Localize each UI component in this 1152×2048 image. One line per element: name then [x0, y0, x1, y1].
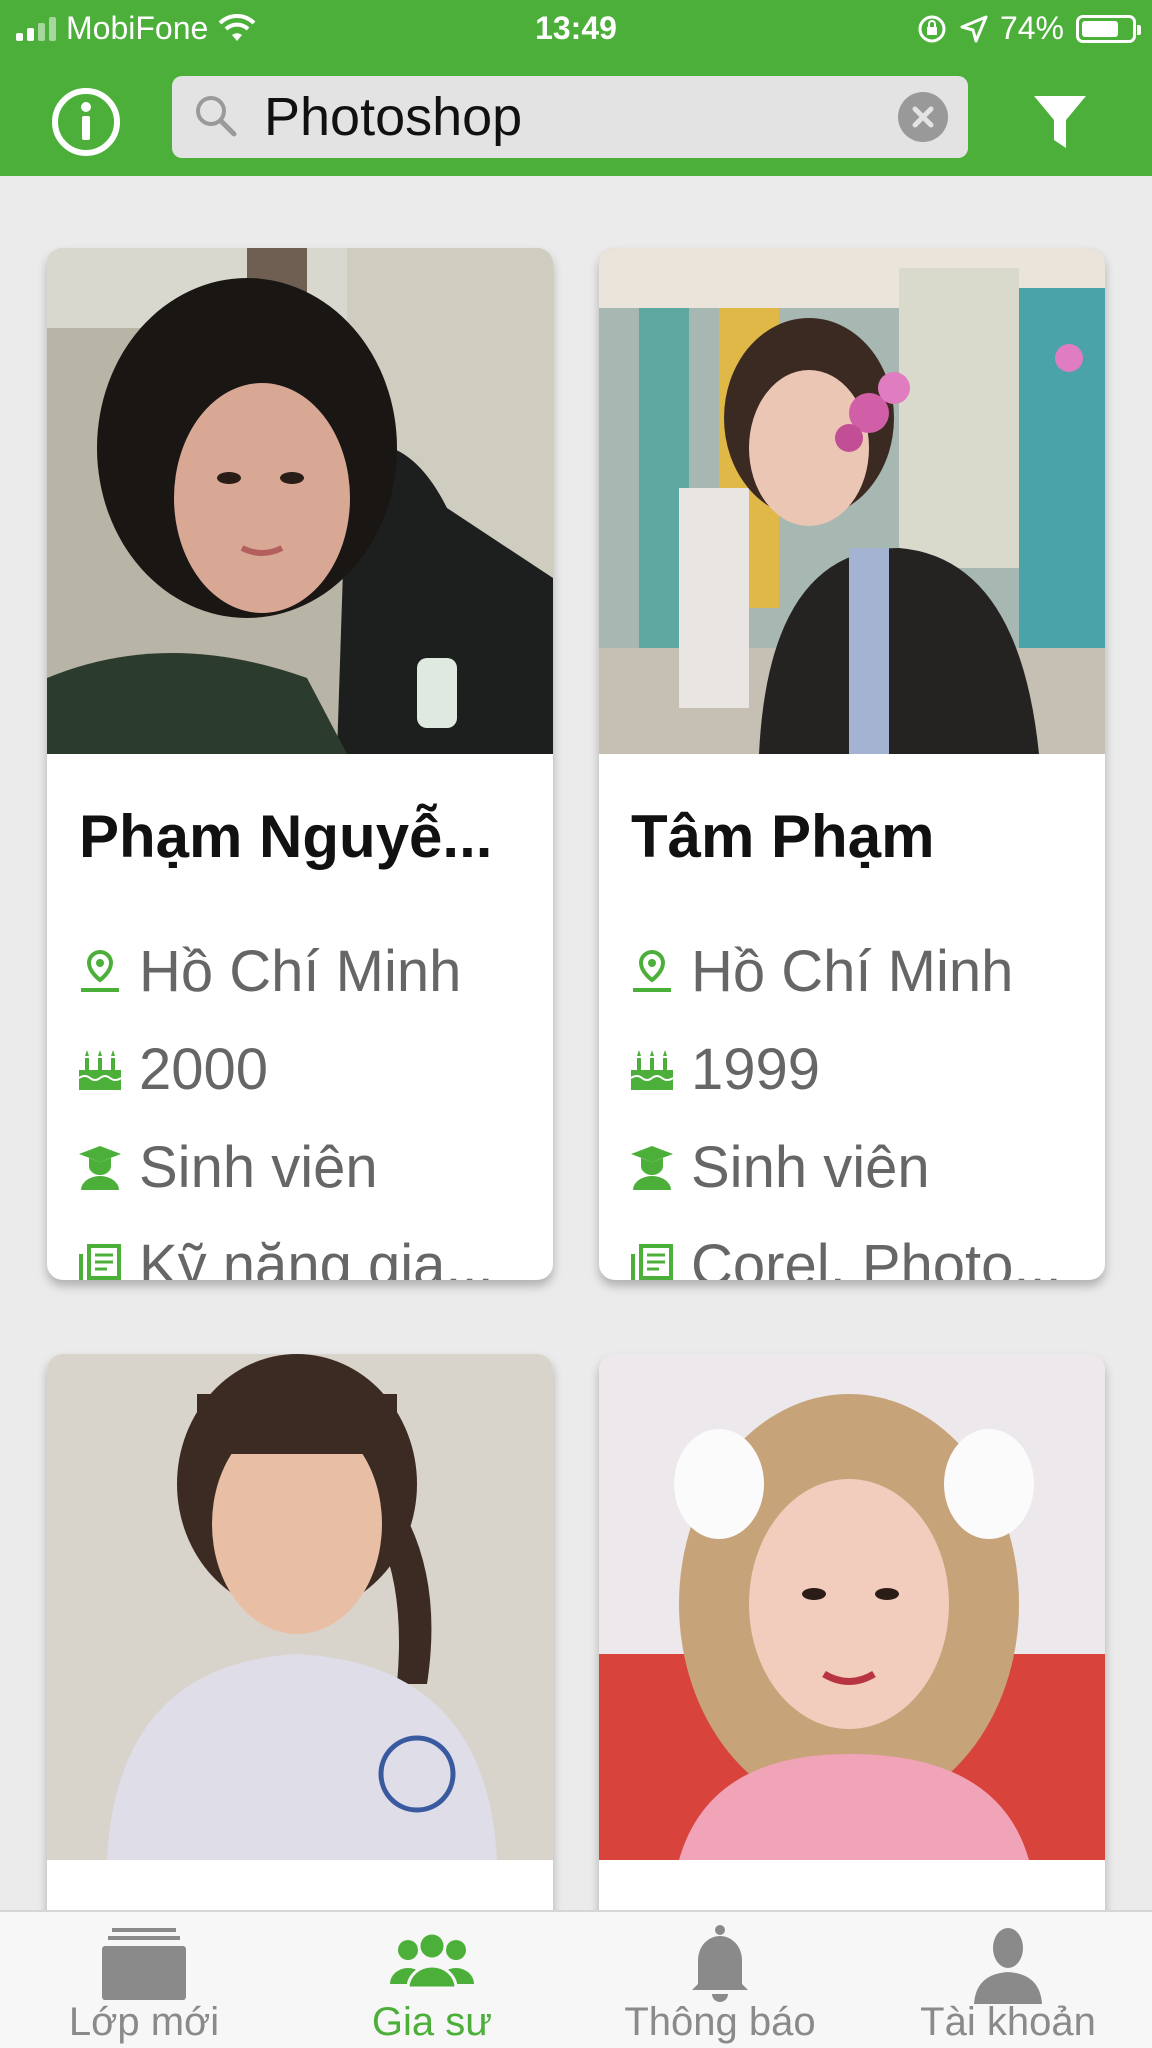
search-bar[interactable] [172, 76, 968, 158]
tab-label: Tài khoản [920, 2000, 1096, 2044]
occupation-text: Sinh viên [139, 1134, 378, 1200]
subjects-text: Corel, Photo... [691, 1232, 1062, 1281]
tab-label: Lớp mới [68, 2000, 220, 2044]
tutor-occupation: Sinh viên [629, 1132, 1089, 1202]
map-pin-icon [633, 949, 671, 992]
tab-label: Gia sư [371, 2000, 493, 2044]
tutor-photo [599, 248, 1105, 754]
birth-year-text: 1999 [691, 1036, 821, 1102]
birthday-cake-icon [78, 1050, 122, 1090]
occupation-text: Sinh viên [691, 1134, 930, 1200]
tutor-location: Hồ Chí Minh [77, 936, 537, 1006]
location-text: Hồ Chí Minh [139, 938, 462, 1004]
birthday-cake-icon [630, 1050, 674, 1090]
tutor-card[interactable]: Phạm Nguyễ... Hồ Chí Minh 2000 Sinh viên… [47, 248, 553, 1280]
location-arrow-icon [960, 15, 988, 42]
tutor-card[interactable] [599, 1354, 1105, 1910]
bell-icon [692, 1925, 748, 2002]
filter-icon[interactable] [1032, 92, 1088, 152]
book-icon [79, 1244, 121, 1280]
tab-label: Thông báo [624, 2000, 816, 2044]
info-icon[interactable] [50, 86, 122, 158]
tutor-card[interactable] [47, 1354, 553, 1910]
tutor-name: Phạm Nguyễ... [79, 803, 493, 870]
book-icon [631, 1244, 673, 1280]
subjects-text: Kỹ năng gia... [139, 1232, 494, 1281]
location-text: Hồ Chí Minh [691, 938, 1014, 1004]
tutor-location: Hồ Chí Minh [629, 936, 1089, 1006]
tutor-photo [47, 248, 553, 754]
tab-new-classes[interactable]: Lớp mới [0, 1912, 288, 2048]
tutor-grid: Phạm Nguyễ... Hồ Chí Minh 2000 Sinh viên… [0, 176, 1152, 1910]
tutor-photo [47, 1354, 553, 1860]
tutor-birth-year: 1999 [629, 1034, 1089, 1104]
graduate-icon [631, 1146, 673, 1190]
birth-year-text: 2000 [139, 1036, 269, 1102]
tab-notifications[interactable]: Thông báo [576, 1912, 864, 2048]
search-icon [196, 96, 237, 137]
tutor-birth-year: 2000 [77, 1034, 537, 1104]
new-class-icon [102, 1928, 186, 2000]
tutor-name: Tâm Phạm [631, 803, 935, 870]
tutor-subjects: Kỹ năng gia... [77, 1230, 537, 1280]
tutor-photo [599, 1354, 1105, 1860]
bottom-tab-bar: Lớp mới Gia sư Thông báo Tài khoản [0, 1910, 1152, 2048]
battery-icon [1076, 14, 1141, 43]
battery-percent: 74% [999, 10, 1064, 46]
tutors-icon [390, 1931, 474, 1990]
account-icon [974, 1928, 1042, 2004]
tutor-occupation: Sinh viên [77, 1132, 537, 1202]
tab-account[interactable]: Tài khoản [864, 1912, 1152, 2048]
tutor-card[interactable]: Tâm Phạm Hồ Chí Minh 1999 Sinh viên Core… [599, 248, 1105, 1280]
clear-search-button[interactable] [898, 92, 948, 142]
map-pin-icon [81, 949, 119, 992]
close-icon [912, 106, 934, 128]
rotation-lock-icon [918, 15, 946, 42]
search-input[interactable] [264, 84, 844, 150]
tab-tutors[interactable]: Gia sư [288, 1912, 576, 2048]
app-header: MobiFone 13:49 74% [0, 0, 1152, 176]
graduate-icon [79, 1146, 121, 1190]
status-bar: MobiFone 13:49 74% [0, 0, 1152, 58]
tutor-subjects: Corel, Photo... [629, 1230, 1089, 1280]
